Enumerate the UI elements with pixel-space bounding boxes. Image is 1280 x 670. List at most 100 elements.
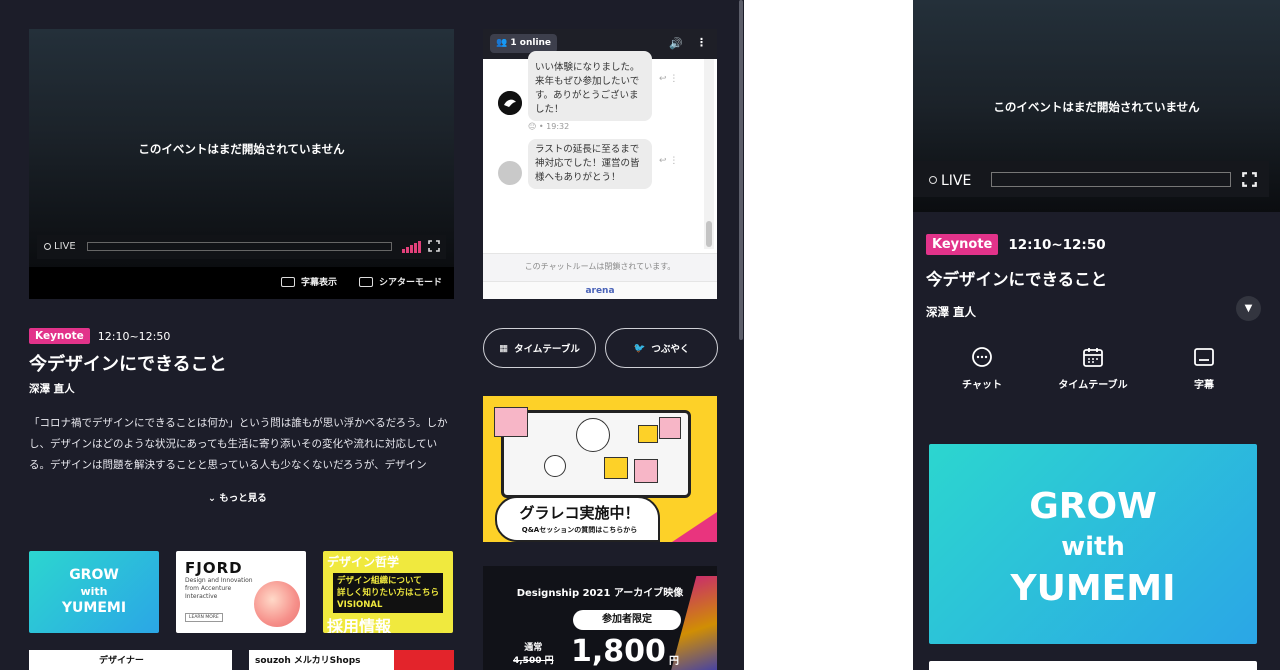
- with-word: with: [80, 585, 108, 598]
- session-speaker: 深澤 直人: [29, 383, 75, 395]
- tab-chat[interactable]: チャット: [927, 346, 1037, 391]
- mobile-seek-bar[interactable]: [991, 172, 1231, 187]
- discount-price: 1,800: [571, 634, 666, 669]
- volume-icon[interactable]: 🔊: [669, 37, 683, 50]
- graphic-recording-subtitle: Q&Aセッションの質問はこちらから: [521, 526, 638, 534]
- subtitles-button[interactable]: 字幕表示: [281, 275, 337, 288]
- mobile-live-label: LIVE: [941, 173, 972, 189]
- show-more-button[interactable]: ⌄ もっと見る: [208, 490, 267, 504]
- chat-message: ラストの延長に至るまで神対応でした！運営の皆様へもありがとう！: [528, 139, 652, 189]
- sticky-note: [659, 417, 681, 439]
- screenshot-root: このイベントはまだ開始されていません LIVE 字幕表示 シアターモード 👥 1…: [0, 0, 1280, 670]
- sponsor-fjord-banner[interactable]: FJORD Design and Innovation from Accentu…: [176, 551, 306, 633]
- mobile-session-time: 12:10~12:50: [1008, 236, 1106, 253]
- expand-chevron-icon[interactable]: ▼: [1236, 296, 1261, 321]
- fjord-sphere-graphic: [254, 581, 300, 627]
- mobile-next-banner[interactable]: [929, 661, 1257, 670]
- souzoh-banner-text: souzoh メルカリShops: [255, 656, 361, 666]
- tab-subtitles-label: 字幕: [1194, 380, 1214, 391]
- player-toolbar: 字幕表示 シアターモード: [29, 267, 454, 299]
- whiteboard-graphic: [494, 407, 691, 498]
- sponsor-yumemi-banner[interactable]: GROW with YUMEMI: [29, 551, 159, 633]
- subtitles-icon: [1194, 348, 1214, 366]
- mobile-session-speaker: 深澤 直人: [926, 305, 977, 319]
- signal-strength-icon: [402, 241, 422, 253]
- seek-bar[interactable]: [87, 242, 392, 251]
- tweet-button[interactable]: 🐦 つぶやく: [605, 328, 718, 368]
- session-tag: Keynote: [29, 328, 90, 344]
- graphic-recording-banner[interactable]: グラレコ実施中！ Q&Aセッションの質問はこちらから: [483, 396, 717, 542]
- live-dot-icon: [929, 176, 937, 184]
- price-unit: 円: [669, 656, 679, 667]
- sponsor-souzoh-banner[interactable]: souzoh メルカリShops: [249, 650, 454, 670]
- theater-icon: [359, 276, 373, 287]
- avatar: [498, 91, 522, 115]
- chat-scrollbar[interactable]: [704, 59, 714, 249]
- sponsor-visional-banner[interactable]: デザイン哲学 デザイン組織について 詳しく知りたい方はこちら VISIONAL …: [323, 551, 453, 633]
- clock-icon: [544, 455, 566, 477]
- mobile-sponsor-yumemi-banner[interactable]: GROW with YUMEMI: [929, 444, 1257, 644]
- tweet-label: つぶやく: [651, 344, 690, 355]
- participants-only-badge: 参加者限定: [573, 610, 681, 630]
- sponsor-designer-banner[interactable]: デザイナー: [29, 650, 232, 670]
- fullscreen-icon[interactable]: [428, 240, 440, 252]
- fjord-logo: FJORD: [185, 559, 243, 577]
- theater-mode-button[interactable]: シアターモード: [359, 275, 442, 288]
- live-dot-icon: [44, 243, 51, 250]
- users-icon: 👥: [496, 38, 508, 48]
- with-word: with: [1061, 532, 1125, 562]
- learn-more-button[interactable]: LEARN MORE: [185, 613, 223, 622]
- grow-word: GROW: [1029, 486, 1157, 527]
- online-label: online: [519, 38, 552, 48]
- twitter-icon: 🐦: [633, 342, 646, 354]
- timetable-label: タイムテーブル: [514, 344, 580, 355]
- sticky-note: [638, 425, 658, 443]
- event-status-message: このイベントはまだ開始されていません: [138, 142, 345, 156]
- sticky-note: [494, 407, 528, 437]
- chat-message: いい体験になりました。来年もぜひ参加したいです。ありがとうございました！: [528, 51, 652, 121]
- timetable-button[interactable]: ▦ タイムテーブル: [483, 328, 596, 368]
- reaction-icon[interactable]: 😐: [528, 122, 536, 131]
- archive-title: Designship 2021 アーカイブ映像: [516, 588, 684, 599]
- visional-bottom-text: 採用情報: [327, 617, 392, 633]
- more-menu-icon[interactable]: ⋮: [696, 36, 707, 49]
- mobile-view: このイベントはまだ開始されていません LIVE Keynote 12:10~12…: [913, 0, 1280, 670]
- calendar-icon: [1083, 348, 1103, 367]
- live-indicator: LIVE: [44, 241, 76, 252]
- mobile-event-status-message: このイベントはまだ開始されていません: [993, 100, 1200, 114]
- mobile-video-player[interactable]: このイベントはまだ開始されていません LIVE: [913, 0, 1280, 212]
- archive-video-banner[interactable]: Designship 2021 アーカイブ映像 参加者限定 通常 4,500 円…: [483, 566, 717, 670]
- visional-top-text: デザイン哲学: [327, 553, 400, 570]
- decorative-corner: [672, 512, 717, 542]
- chat-panel: 👥 1 online 🔊 ⋮ いい体験になりました。来年もぜひ参加したいです。あ…: [483, 29, 717, 299]
- lightbulb-icon: [576, 418, 610, 452]
- reply-icon[interactable]: ↩ ⋮: [659, 156, 678, 166]
- grow-word: GROW: [69, 567, 119, 583]
- tab-chat-label: チャット: [962, 380, 1002, 391]
- video-player[interactable]: このイベントはまだ開始されていません LIVE 字幕表示 シアターモード: [29, 29, 454, 299]
- yumemi-word: YUMEMI: [1010, 568, 1176, 609]
- designer-banner-text: デザイナー: [99, 656, 144, 666]
- normal-price-value: 4,500 円: [513, 656, 554, 666]
- reply-icon[interactable]: ↩ ⋮: [659, 74, 678, 84]
- session-meta: Keynote 12:10~12:50: [29, 328, 170, 344]
- yumemi-word: YUMEMI: [61, 600, 127, 616]
- chevron-down-icon: ⌄: [208, 493, 216, 504]
- graphic-recording-title: グラレコ実施中！: [519, 504, 640, 522]
- page-scrollbar[interactable]: [739, 0, 743, 340]
- chat-message-text: ラストの延長に至るまで神対応でした！運営の皆様へもありがとう！: [535, 144, 640, 183]
- tab-subtitles[interactable]: 字幕: [1149, 346, 1259, 391]
- fullscreen-icon[interactable]: [1242, 172, 1257, 187]
- tab-timetable[interactable]: タイムテーブル: [1038, 346, 1148, 391]
- session-description: 「コロナ禍でデザインにできることは何か」という問は誰もが思い浮かべるだろう。しか…: [29, 417, 448, 471]
- session-title: 今デザインにできること: [29, 354, 227, 375]
- visional-brand: VISIONAL: [337, 600, 383, 610]
- mobile-session-meta: Keynote 12:10~12:50: [926, 234, 1106, 255]
- mobile-session-tag: Keynote: [926, 234, 999, 255]
- visional-line-1: デザイン組織について: [337, 576, 422, 586]
- mobile-player-controls: LIVE: [913, 161, 1269, 197]
- arena-logo: arena: [483, 281, 717, 299]
- player-controls: LIVE: [37, 235, 446, 259]
- graphic-recording-callout: グラレコ実施中！ Q&Aセッションの質問はこちらから: [495, 496, 660, 542]
- sticky-note: [604, 457, 628, 479]
